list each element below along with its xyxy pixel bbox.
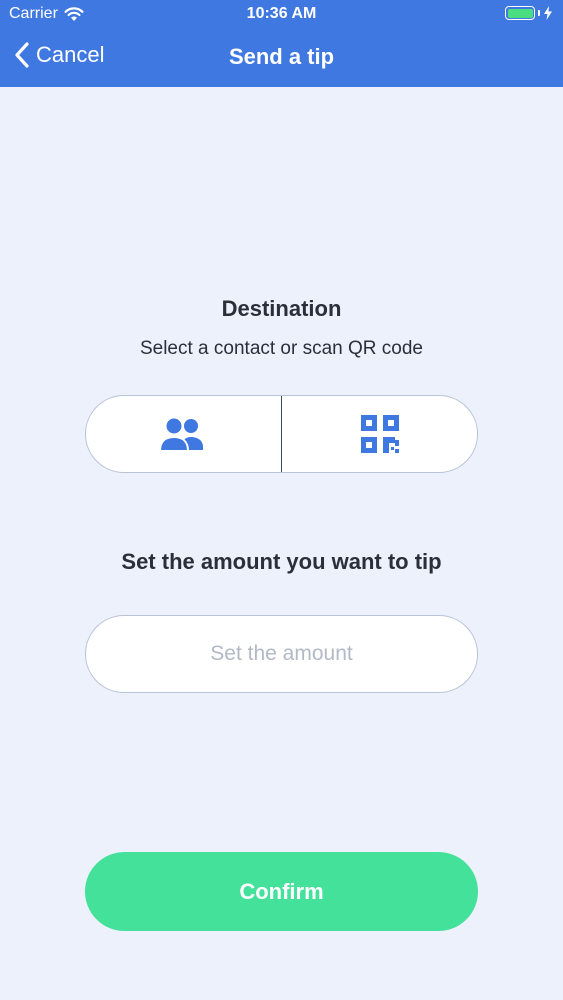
battery-indicator: [505, 6, 553, 20]
status-bar: Carrier 10:36 AM: [0, 0, 563, 30]
battery-icon: [505, 6, 535, 20]
destination-subtitle: Select a contact or scan QR code: [139, 338, 424, 359]
qr-code-icon: [360, 415, 399, 453]
battery-fill: [507, 8, 533, 18]
app-header: Carrier 10:36 AM Cancel Send a tip: [0, 0, 563, 87]
scan-qr-button[interactable]: [282, 396, 477, 472]
destination-title: Destination: [221, 296, 342, 321]
confirm-button[interactable]: Confirm: [85, 852, 478, 931]
page-title: Send a tip: [228, 44, 335, 69]
navigation-bar: Cancel Send a tip: [0, 30, 563, 87]
contacts-icon: [159, 416, 204, 452]
status-time: 10:36 AM: [246, 5, 317, 22]
charging-bolt-icon: [544, 6, 552, 20]
select-contact-button[interactable]: [86, 396, 281, 472]
amount-input[interactable]: [85, 615, 478, 693]
amount-title: Set the amount you want to tip: [121, 549, 442, 574]
battery-cap: [538, 10, 540, 16]
destination-selector: [85, 395, 478, 473]
